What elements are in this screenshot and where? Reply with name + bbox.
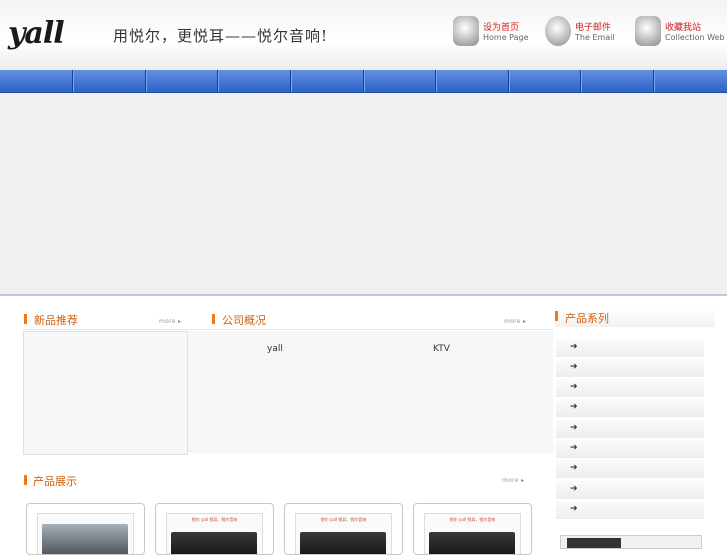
category-item[interactable]: ➔ (556, 339, 704, 358)
chevron-right-icon: ➔ (570, 382, 578, 392)
email-link[interactable]: 电子邮件 The Email (545, 16, 620, 50)
category-item[interactable]: ➔ (556, 501, 704, 520)
bookmark-en: Collection Web (665, 33, 725, 42)
category-item[interactable]: ➔ (556, 481, 704, 500)
banner-divider (0, 294, 727, 296)
nav-item-8[interactable] (509, 70, 581, 92)
about-title: 公司概况 (222, 314, 266, 327)
section-bar (24, 475, 27, 485)
category-item[interactable]: ➔ (556, 379, 704, 398)
product-card[interactable]: 悦尔 yall 悦耳，悦尔音响 (284, 503, 403, 555)
about-more-label: more (504, 318, 521, 325)
new-products-panel (23, 331, 188, 455)
product-caption: 悦尔 yall 悦耳，悦尔音响 (449, 517, 496, 522)
site-logo[interactable]: yall (8, 16, 65, 51)
showcase-more[interactable]: more ▸ (502, 477, 524, 484)
category-item[interactable]: ➔ (556, 359, 704, 378)
set-homepage-en: Home Page (483, 33, 529, 42)
side-thumbnail[interactable] (560, 535, 702, 549)
section-bar (555, 311, 558, 321)
site-header: yall 用悦尔，更悦耳——悦尔音响! 设为首页 Home Page 电子邮件 … (0, 0, 727, 70)
banner-area (0, 93, 727, 295)
new-products-more-label: more (159, 318, 176, 325)
bookmark-icon (635, 16, 661, 46)
new-products-title: 新品推荐 (34, 314, 78, 327)
section-bar (24, 314, 27, 324)
main-nav (0, 70, 727, 93)
product-image: 悦尔 yall 悦耳，悦尔音响 (424, 513, 521, 554)
chevron-right-icon: ➔ (570, 362, 578, 372)
chevron-right-icon: ➔ (570, 423, 578, 433)
product-image: 悦尔 yall 悦耳，悦尔音响 (166, 513, 263, 554)
bookmark-link[interactable]: 收藏我站 Collection Web (635, 16, 725, 50)
product-card[interactable]: 悦尔 yall 悦耳，悦尔音响 (413, 503, 532, 555)
people-icon (453, 16, 479, 46)
about-text-left: yall (267, 344, 283, 354)
chevron-right-icon: ➔ (570, 443, 578, 453)
category-item[interactable]: ➔ (556, 460, 704, 479)
about-text-right: KTV (433, 344, 450, 354)
mixer-image (300, 532, 386, 554)
chevron-right-icon: ➔ (570, 484, 578, 494)
set-homepage-link[interactable]: 设为首页 Home Page (453, 16, 533, 50)
product-card[interactable] (26, 503, 145, 555)
about-more[interactable]: more ▸ (504, 318, 526, 325)
nav-item-3[interactable] (146, 70, 218, 92)
nav-item-7[interactable] (436, 70, 509, 92)
nav-item-4[interactable] (218, 70, 291, 92)
nav-item-5[interactable] (291, 70, 364, 92)
product-card[interactable]: 悦尔 yall 悦耳，悦尔音响 (155, 503, 274, 555)
chevron-right-icon: ➔ (570, 463, 578, 473)
product-caption: 悦尔 yall 悦耳，悦尔音响 (320, 517, 367, 522)
showcase-title: 产品展示 (33, 475, 77, 488)
nav-item-2[interactable] (73, 70, 146, 92)
product-caption: 悦尔 yall 悦耳，悦尔音响 (191, 517, 238, 522)
nav-item-1[interactable] (0, 70, 73, 92)
product-image: 悦尔 yall 悦耳，悦尔音响 (295, 513, 392, 554)
nav-item-9[interactable] (581, 70, 654, 92)
category-item[interactable]: ➔ (556, 440, 704, 459)
chevron-right-icon: ➔ (570, 402, 578, 412)
nav-item-10[interactable] (654, 70, 727, 92)
showcase-more-label: more (502, 477, 519, 484)
section-bar (212, 314, 215, 324)
bookmark-cn: 收藏我站 (665, 23, 702, 33)
nav-item-6[interactable] (364, 70, 436, 92)
chevron-right-icon: ➔ (570, 342, 578, 352)
category-item[interactable]: ➔ (556, 420, 704, 439)
chevron-right-icon: ➔ (570, 504, 578, 514)
category-item[interactable]: ➔ (556, 399, 704, 418)
categories-title: 产品系列 (565, 312, 609, 325)
new-products-more[interactable]: more ▸ (159, 318, 181, 325)
section-separator (23, 329, 553, 330)
product-image (37, 513, 134, 554)
mixer-image (42, 524, 128, 554)
about-panel: yall KTV (188, 331, 553, 453)
email-cn: 电子邮件 (575, 23, 612, 33)
set-homepage-cn: 设为首页 (483, 23, 520, 33)
mixer-image (171, 532, 257, 554)
email-en: The Email (575, 33, 615, 42)
mixer-image (429, 532, 515, 554)
side-thumbnail-image (567, 538, 621, 548)
slogan: 用悦尔，更悦耳——悦尔音响! (113, 27, 329, 45)
email-icon (545, 16, 571, 46)
